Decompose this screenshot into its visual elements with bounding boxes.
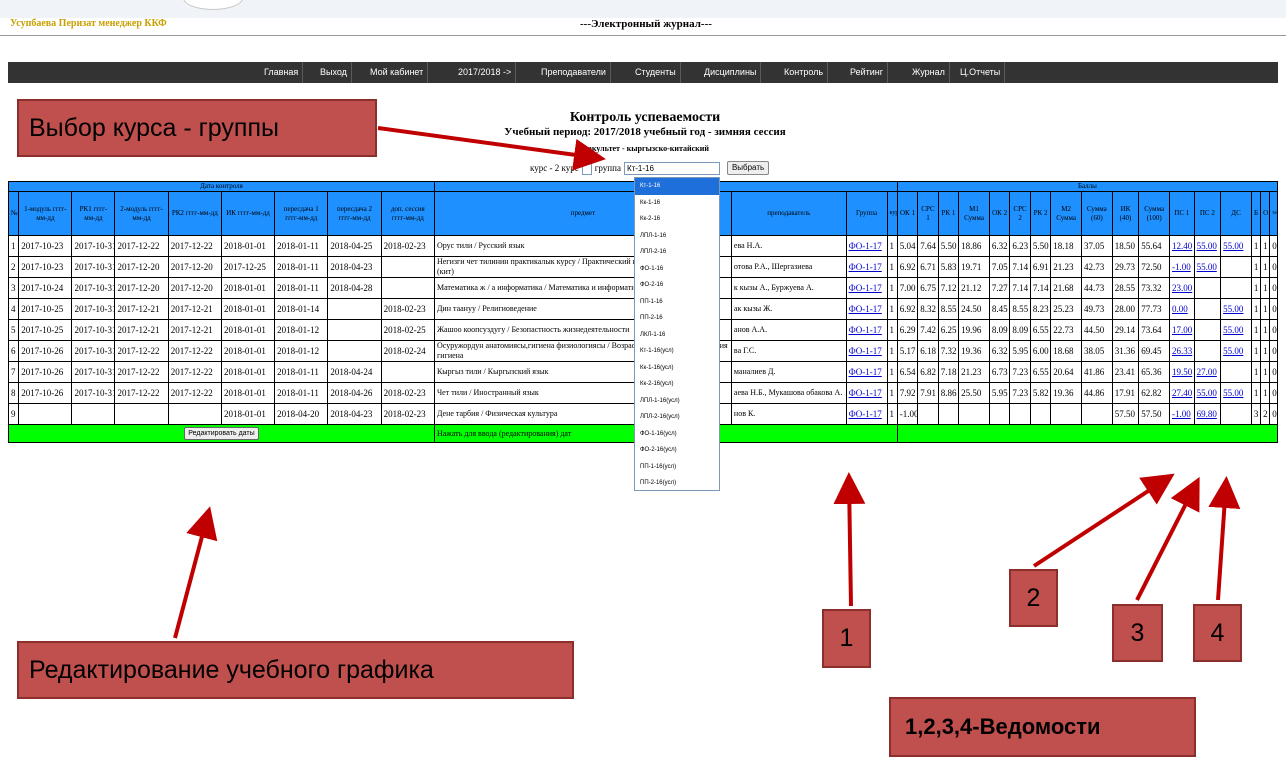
arrow-1 bbox=[833, 472, 866, 607]
arrow-3 bbox=[1135, 476, 1200, 601]
arrow-4 bbox=[1208, 476, 1241, 601]
arrow-to-edit-dates bbox=[173, 506, 218, 639]
arrow-to-group-select bbox=[377, 126, 606, 171]
arrow-2 bbox=[1032, 473, 1175, 568]
annotation-arrows bbox=[173, 126, 1241, 639]
